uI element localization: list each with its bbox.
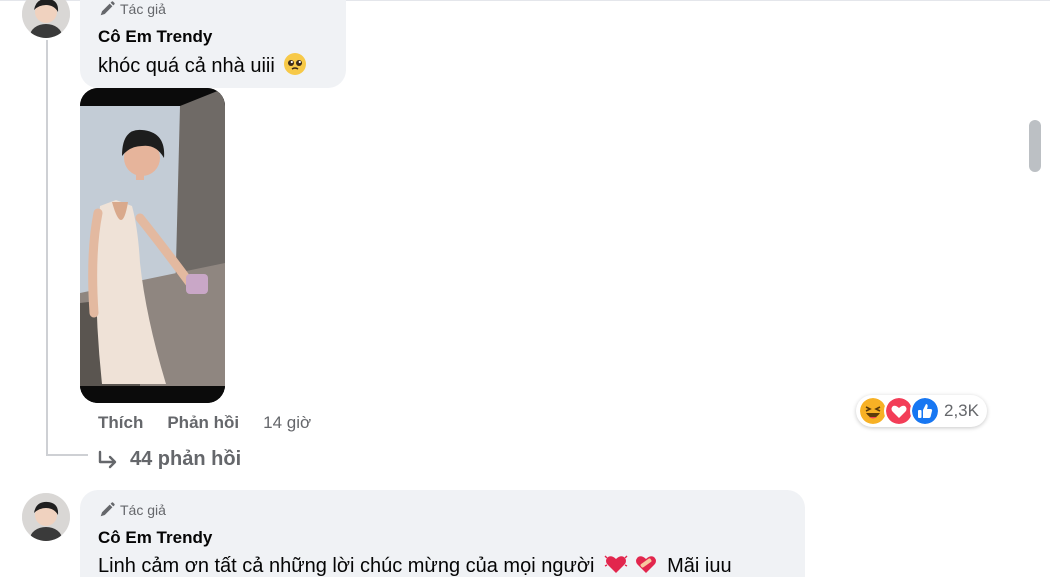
like-button[interactable]: Thích xyxy=(98,413,143,433)
avatar[interactable] xyxy=(22,0,70,38)
comment-text-part2: Mãi iuu xyxy=(667,555,732,577)
reply-arrow-icon xyxy=(98,450,117,468)
pleading-face-icon xyxy=(284,53,307,75)
comment-actions: Thích Phản hồi 14 giờ xyxy=(98,413,311,433)
comment-text-content: khóc quá cả nhà uiii xyxy=(98,55,275,77)
comment-text: khóc quá cả nhà uiii xyxy=(98,52,307,78)
author-badge: Tác giả xyxy=(98,0,166,18)
thread-line xyxy=(46,40,48,456)
pen-icon xyxy=(100,1,115,16)
thread-line-branch xyxy=(46,454,88,456)
comment-timestamp[interactable]: 14 giờ xyxy=(263,413,311,433)
comment-author[interactable]: Cô Em Trendy xyxy=(98,27,212,47)
avatar[interactable] xyxy=(22,493,70,541)
scrollbar-thumb[interactable] xyxy=(1029,120,1041,172)
replies-label: 44 phản hồi xyxy=(130,448,242,470)
comment-text: Linh cảm ơn tất cả những lời chúc mừng c… xyxy=(98,552,732,577)
comment-text-part1: Linh cảm ơn tất cả những lời chúc mừng c… xyxy=(98,555,595,577)
mending-heart-icon xyxy=(635,556,656,573)
author-badge-label: Tác giả xyxy=(120,1,166,17)
reactions-summary[interactable]: 2,3K xyxy=(856,395,987,427)
facebook-comments-view: Tác giả Cô Em Trendy khóc quá cả nhà uii… xyxy=(0,0,1050,577)
view-replies-button[interactable]: 44 phản hồi xyxy=(96,448,241,471)
reply-button[interactable]: Phản hồi xyxy=(167,413,239,433)
reaction-count: 2,3K xyxy=(944,401,979,420)
comment-bubble: Tác giả Cô Em Trendy Linh cảm ơn tất cả … xyxy=(80,490,805,577)
like-icon xyxy=(910,396,940,426)
comment-bubble: Tác giả Cô Em Trendy khóc quá cả nhà uii… xyxy=(80,0,346,88)
pen-icon xyxy=(100,502,115,517)
beating-heart-icon xyxy=(604,555,628,573)
author-badge: Tác giả xyxy=(98,501,166,519)
comment-photo[interactable] xyxy=(80,88,225,403)
comment-author[interactable]: Cô Em Trendy xyxy=(98,528,212,548)
author-badge-label: Tác giả xyxy=(120,502,166,518)
